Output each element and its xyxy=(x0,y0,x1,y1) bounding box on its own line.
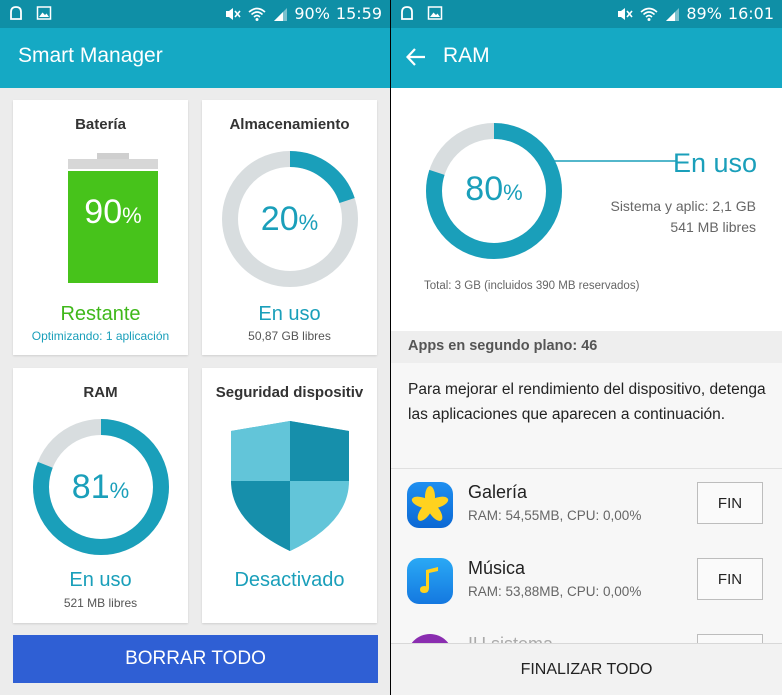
mute-icon xyxy=(224,6,242,22)
system-apps-usage: Sistema y aplic: 2,1 GB xyxy=(610,198,756,214)
signal-icon xyxy=(664,6,680,22)
smart-manager-screen: 90% 15:59 Smart Manager Batería 90% Rest… xyxy=(0,0,390,695)
background-apps-header: Apps en segundo plano: 46 xyxy=(391,331,782,363)
security-card-title: Seguridad dispositiv xyxy=(215,384,364,401)
notification-icon xyxy=(399,5,415,21)
status-bar: 90% 15:59 xyxy=(0,0,390,28)
ram-percent-sign: % xyxy=(109,478,130,503)
image-notification-icon xyxy=(427,5,443,21)
page-title: RAM xyxy=(443,44,490,67)
ram-usage-percent-sign: % xyxy=(503,180,523,205)
ram-screen: 89% 16:01 RAM 80% En uso Sistema y aplic… xyxy=(391,0,782,695)
description-text: Para mejorar el rendimiento del disposit… xyxy=(408,381,766,423)
clear-all-button[interactable]: BORRAR TODO xyxy=(13,635,378,683)
ram-sub-status: 521 MB libres xyxy=(63,596,138,610)
ram-card[interactable]: RAM 81% En uso 521 MB libres xyxy=(13,368,188,623)
wifi-icon xyxy=(248,6,266,22)
in-use-label: En uso xyxy=(673,148,758,178)
gallery-icon xyxy=(407,482,453,528)
app-bar: Smart Manager xyxy=(0,28,390,88)
app-name: Galería xyxy=(468,482,528,502)
mute-icon xyxy=(616,6,634,22)
end-app-button[interactable]: FIN xyxy=(697,482,763,524)
ram-card-title: RAM xyxy=(83,384,118,401)
security-status: Desactivado xyxy=(234,569,345,591)
signal-icon xyxy=(272,6,288,22)
ram-summary: 80% En uso Sistema y aplic: 2,1 GB 541 M… xyxy=(391,88,782,331)
battery-percentage-value: 90 xyxy=(84,193,123,231)
battery-sub-status: Optimizando: 1 aplicación xyxy=(31,329,170,343)
total-memory: Total: 3 GB (incluidos 390 MB reservados… xyxy=(424,280,640,292)
security-card[interactable]: Seguridad dispositiv Desactivado xyxy=(202,368,377,623)
divider xyxy=(391,468,782,469)
battery-percent-sign: % xyxy=(122,203,142,228)
image-notification-icon xyxy=(36,5,52,21)
app-name: Música xyxy=(468,558,526,578)
wifi-icon xyxy=(640,6,658,22)
ram-status: En uso xyxy=(69,569,132,591)
in-use-connector xyxy=(541,158,676,164)
list-item[interactable]: Música RAM: 53,88MB, CPU: 0,00% FIN xyxy=(391,546,782,620)
status-bar: 89% 16:01 xyxy=(391,0,782,28)
app-usage: RAM: 54,55MB, CPU: 0,00% xyxy=(468,508,642,523)
shield-icon xyxy=(231,421,349,551)
free-memory: 541 MB libres xyxy=(670,219,756,235)
storage-percent-sign: % xyxy=(298,210,319,235)
clock: 15:59 xyxy=(335,4,382,23)
storage-sub-status: 50,87 GB libres xyxy=(248,329,331,343)
storage-percentage-value: 20 xyxy=(260,200,299,238)
storage-card[interactable]: Almacenamiento 20% En uso 50,87 GB libre… xyxy=(202,100,377,355)
ram-percentage-value: 81 xyxy=(71,468,110,506)
music-icon xyxy=(407,558,453,604)
storage-status: En uso xyxy=(258,303,321,325)
ram-usage-value: 80 xyxy=(465,170,504,208)
battery-percentage: 90% xyxy=(294,4,330,23)
app-bar: RAM xyxy=(391,28,782,88)
storage-card-title: Almacenamiento xyxy=(229,116,350,133)
back-arrow-icon[interactable] xyxy=(405,46,427,72)
app-usage: RAM: 53,88MB, CPU: 0,00% xyxy=(468,584,642,599)
battery-card-title: Batería xyxy=(75,116,126,133)
list-item[interactable]: Galería RAM: 54,55MB, CPU: 0,00% FIN xyxy=(391,470,782,544)
battery-percentage: 89% xyxy=(686,4,722,23)
finalize-all-button[interactable]: FINALIZAR TODO xyxy=(391,643,782,695)
end-app-button[interactable]: FIN xyxy=(697,558,763,600)
clock: 16:01 xyxy=(727,4,774,23)
battery-card[interactable]: Batería 90% Restante Optimizando: 1 apli… xyxy=(13,100,188,355)
battery-graphic-icon: 90% xyxy=(68,153,158,283)
page-title: Smart Manager xyxy=(18,44,163,67)
notification-icon xyxy=(8,5,24,21)
battery-status: Restante xyxy=(60,303,141,325)
